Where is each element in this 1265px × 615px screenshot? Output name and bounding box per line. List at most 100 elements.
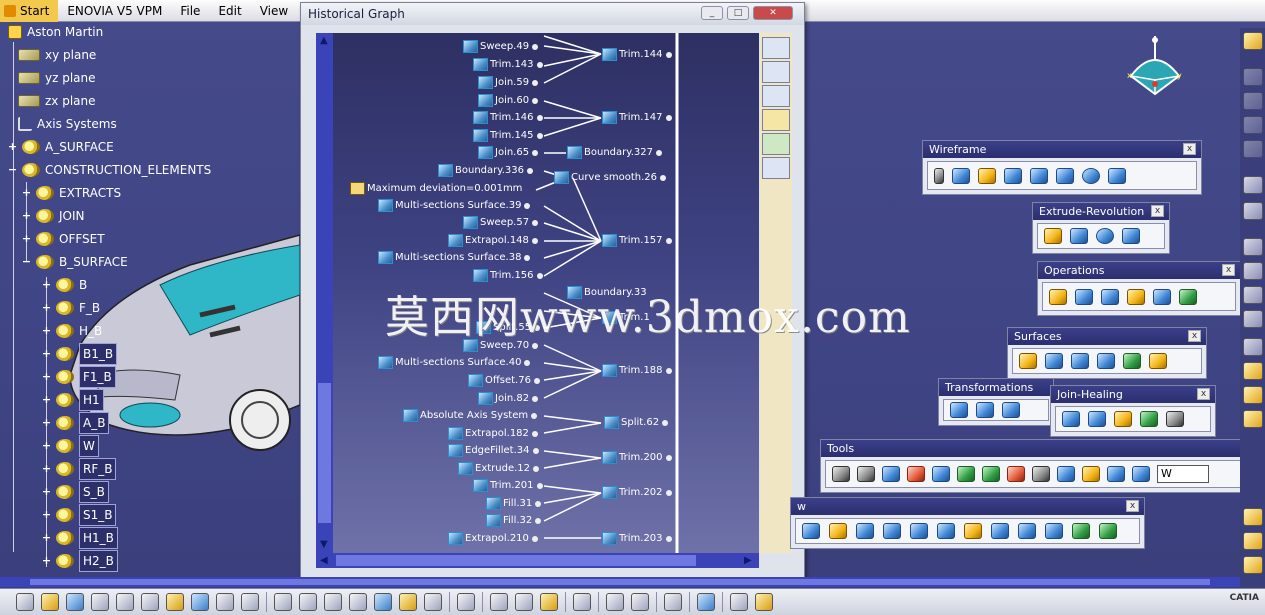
measure-icon[interactable] xyxy=(540,593,558,611)
parameter-icon[interactable] xyxy=(424,593,442,611)
expand-icon[interactable]: + xyxy=(7,141,18,153)
quick-select-icon[interactable] xyxy=(606,593,624,611)
zoom-out-icon[interactable] xyxy=(937,523,955,539)
copy-icon[interactable] xyxy=(141,593,159,611)
print-icon[interactable] xyxy=(91,593,109,611)
grid-icon[interactable] xyxy=(1243,338,1263,356)
view-toolbar[interactable]: wx xyxy=(790,497,1145,549)
surface-icon[interactable] xyxy=(1243,556,1263,574)
select-icon[interactable] xyxy=(1243,176,1263,194)
pan-icon[interactable] xyxy=(856,523,874,539)
offset-icon[interactable] xyxy=(1019,353,1037,369)
remove-graph-icon[interactable] xyxy=(762,61,790,83)
symmetry-icon[interactable] xyxy=(1002,402,1020,418)
redo-icon[interactable] xyxy=(216,593,234,611)
collapse-icon[interactable]: − xyxy=(7,164,18,176)
tree-item[interactable]: + OFFSET xyxy=(21,229,105,249)
cylinder-icon[interactable] xyxy=(1122,228,1140,244)
extrude-revolution-toolbar[interactable]: Extrude-Revolution x xyxy=(1032,202,1170,254)
expand-icon[interactable]: + xyxy=(41,302,52,314)
sketch-icon[interactable] xyxy=(1243,116,1263,134)
rotate-icon[interactable] xyxy=(976,402,994,418)
add-graph-icon[interactable] xyxy=(762,37,790,59)
graph-node[interactable]: Trim.203 xyxy=(602,531,672,546)
extract-icon[interactable] xyxy=(1101,288,1119,305)
formula-icon[interactable] xyxy=(274,593,292,611)
graph-node[interactable]: Sweep.49 xyxy=(463,39,539,54)
expand-icon[interactable]: + xyxy=(41,279,52,291)
normal-view-icon[interactable] xyxy=(964,523,982,539)
tree-item[interactable]: + B1_B xyxy=(41,343,118,365)
light-icon[interactable] xyxy=(324,593,342,611)
menu-file[interactable]: File xyxy=(171,0,209,22)
tree-item[interactable]: + B xyxy=(41,275,87,295)
tree-item[interactable]: + JOIN xyxy=(21,206,85,226)
graph-node[interactable]: Trim.188 xyxy=(602,363,672,378)
expand-icon[interactable]: + xyxy=(41,325,52,337)
undo-icon[interactable] xyxy=(191,593,209,611)
close-icon[interactable]: x xyxy=(1183,143,1196,155)
close-icon[interactable]: x xyxy=(1197,388,1210,400)
axis-system-icon[interactable] xyxy=(882,466,900,482)
tree-item[interactable]: − B_SURFACE xyxy=(21,252,128,272)
tree-item[interactable]: Axis Systems xyxy=(18,114,117,134)
expand-icon[interactable]: + xyxy=(41,394,52,406)
close-icon[interactable]: x xyxy=(1188,330,1201,342)
graph-node[interactable]: Join.60 xyxy=(478,93,539,108)
tree-item[interactable]: + RF_B xyxy=(41,458,117,480)
formula-icon[interactable] xyxy=(1082,466,1100,482)
surfaces-toolbar[interactable]: Surfaces x xyxy=(1007,327,1207,379)
tree-item[interactable]: + H_B xyxy=(41,321,102,341)
tree-item[interactable]: xy plane xyxy=(18,45,96,65)
geometrical-set-icon[interactable] xyxy=(1243,386,1263,404)
fly-mode-icon[interactable] xyxy=(802,523,820,539)
line-icon[interactable] xyxy=(952,167,970,184)
work-on-support-icon[interactable] xyxy=(907,466,925,482)
cursor-icon[interactable] xyxy=(1243,202,1263,220)
ruler-icon[interactable] xyxy=(1107,466,1125,482)
graph-node[interactable]: Fill.31 xyxy=(486,496,542,511)
graph-node[interactable]: Multi-sections Surface.39 xyxy=(378,198,531,213)
graph-node[interactable]: Trim.202 xyxy=(602,485,672,500)
projection-icon[interactable] xyxy=(1004,167,1022,184)
expand-icon[interactable]: + xyxy=(41,348,52,360)
geometrical-set-icon[interactable] xyxy=(1243,362,1263,380)
graph-node[interactable]: Boundary.336 xyxy=(438,163,533,178)
tree-icon[interactable] xyxy=(1057,466,1075,482)
revolve-icon[interactable] xyxy=(1070,228,1088,244)
graph-node[interactable]: Extrapol.182 xyxy=(448,426,538,441)
layer-icon[interactable] xyxy=(1132,466,1150,482)
parameter-mode-icon[interactable] xyxy=(762,133,790,155)
menu-edit[interactable]: Edit xyxy=(209,0,250,22)
expand-icon[interactable]: + xyxy=(41,371,52,383)
zoom-in-icon[interactable] xyxy=(910,523,928,539)
minimize-button[interactable]: _ xyxy=(701,6,723,20)
expand-icon[interactable]: + xyxy=(21,187,32,199)
extrapolate-icon[interactable] xyxy=(1179,288,1197,305)
graph-node[interactable]: Extrude.12 xyxy=(458,461,540,476)
scroll-thumb[interactable] xyxy=(336,555,696,566)
expand-icon[interactable]: + xyxy=(41,417,52,429)
point-icon[interactable] xyxy=(934,167,944,184)
expand-icon[interactable]: + xyxy=(41,463,52,475)
analysis-icon[interactable] xyxy=(730,593,748,611)
close-icon[interactable]: x xyxy=(1151,205,1164,217)
expand-icon[interactable]: + xyxy=(21,210,32,222)
wireframe-toolbar[interactable]: Wireframe x xyxy=(922,140,1202,195)
lock-icon[interactable] xyxy=(399,593,417,611)
shading-icon[interactable] xyxy=(1045,523,1063,539)
parallel-curve-icon[interactable] xyxy=(1056,167,1074,184)
axis-icon[interactable] xyxy=(1243,310,1263,328)
surface-icon[interactable] xyxy=(1243,508,1263,526)
graph-node[interactable]: Offset.76 xyxy=(468,373,540,388)
close-icon[interactable]: x xyxy=(1126,500,1139,512)
tree-item[interactable]: + H1_B xyxy=(41,527,118,549)
compass-icon[interactable]: x y xyxy=(1125,34,1185,100)
camera-icon[interactable] xyxy=(573,593,591,611)
curve-smooth-icon[interactable] xyxy=(1114,411,1132,427)
line-icon[interactable] xyxy=(1243,286,1263,304)
translate-icon[interactable] xyxy=(1153,288,1171,305)
clipping-icon[interactable] xyxy=(631,593,649,611)
comment-icon[interactable] xyxy=(299,593,317,611)
tree-item[interactable]: + A_SURFACE xyxy=(7,137,114,157)
